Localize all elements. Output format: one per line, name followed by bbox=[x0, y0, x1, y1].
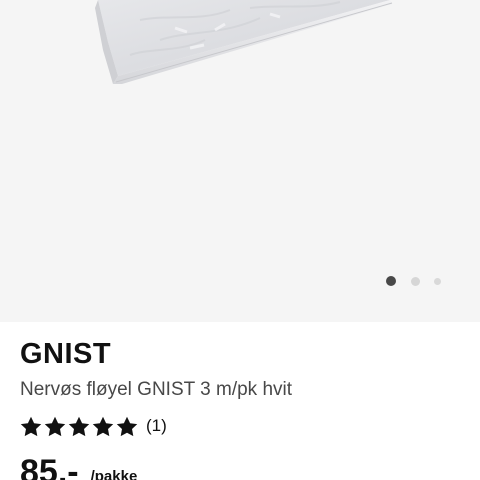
product-rating[interactable]: (1) bbox=[20, 414, 167, 438]
product-image bbox=[95, 0, 393, 84]
star-icon bbox=[44, 416, 66, 437]
review-count[interactable]: (1) bbox=[146, 415, 167, 437]
gallery-pagination bbox=[386, 275, 441, 287]
price-unit: /pakke bbox=[90, 468, 138, 480]
star-icon bbox=[20, 416, 42, 437]
product-description: Nervøs fløyel GNIST 3 m/pk hvit bbox=[20, 379, 293, 400]
star-icon bbox=[116, 416, 138, 437]
product-page: GNIST Nervøs fløyel GNIST 3 m/pk hvit (1… bbox=[0, 0, 480, 480]
star-icon bbox=[92, 416, 114, 437]
rating-stars bbox=[20, 416, 138, 437]
product-price: 85,- /pakke bbox=[20, 452, 137, 480]
gallery-dot[interactable] bbox=[434, 277, 441, 285]
product-image-gallery[interactable] bbox=[0, 0, 480, 322]
gallery-dot[interactable] bbox=[411, 276, 420, 286]
price-value: 85,- bbox=[20, 453, 79, 480]
gallery-dot-active[interactable] bbox=[386, 276, 396, 286]
star-icon bbox=[68, 416, 90, 437]
product-name: GNIST bbox=[20, 338, 112, 370]
